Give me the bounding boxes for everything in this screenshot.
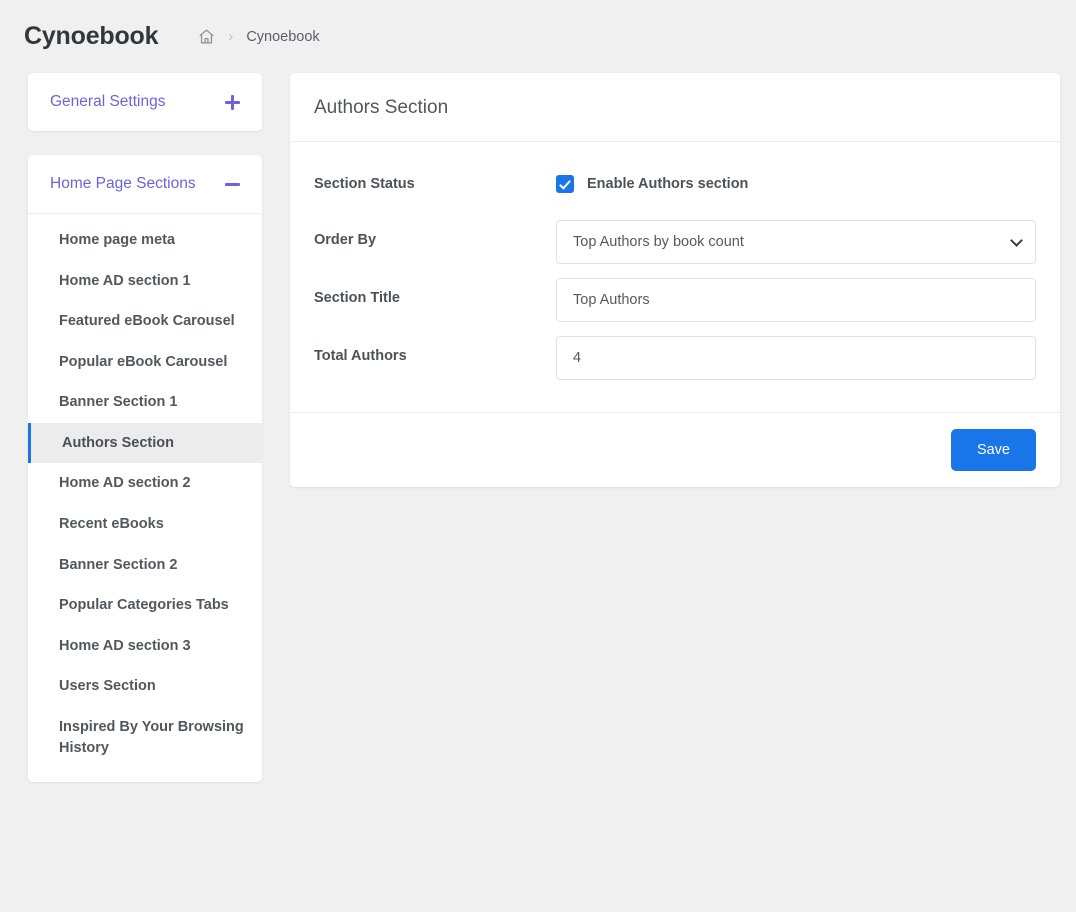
save-button[interactable]: Save bbox=[950, 429, 1036, 471]
sidebar-item-home-ad-section-2[interactable]: Home AD section 2 bbox=[28, 463, 262, 504]
form-row-total-authors: Total Authors bbox=[314, 336, 1036, 380]
chevron-down-icon[interactable] bbox=[1010, 234, 1023, 247]
accordion-header-home-page-sections[interactable]: Home Page Sections bbox=[28, 155, 262, 213]
sidebar-item-popular-ebook-carousel[interactable]: Popular eBook Carousel bbox=[28, 342, 262, 383]
sidebar-item-banner-section-1[interactable]: Banner Section 1 bbox=[28, 382, 262, 423]
control-order-by: Top Authors by book count bbox=[556, 220, 1036, 264]
label-section-title: Section Title bbox=[314, 290, 400, 306]
sidebar-item-home-ad-section-1[interactable]: Home AD section 1 bbox=[28, 261, 262, 302]
control-section-status: Enable Authors section bbox=[556, 175, 1036, 193]
card-body: Section Status Enable Authors section Or… bbox=[290, 142, 1060, 412]
sidebar-item-inspired-by-your-browsing-history[interactable]: Inspired By Your Browsing History bbox=[28, 707, 262, 768]
plus-icon[interactable] bbox=[225, 94, 240, 110]
order-by-selected-value: Top Authors by book count bbox=[573, 234, 744, 250]
label-order-by: Order By bbox=[314, 232, 377, 248]
sidebar: General Settings Home Page Sections Home… bbox=[28, 73, 262, 806]
sidebar-item-users-section[interactable]: Users Section bbox=[28, 666, 262, 707]
card-footer: Save bbox=[290, 412, 1060, 487]
accordion-header-general-settings[interactable]: General Settings bbox=[28, 73, 262, 131]
enable-authors-section-label: Enable Authors section bbox=[587, 176, 749, 192]
sidebar-item-banner-section-2[interactable]: Banner Section 2 bbox=[28, 545, 262, 586]
accordion-body-home-page-sections: Home page meta Home AD section 1 Feature… bbox=[28, 213, 262, 782]
page-title: Authors Section bbox=[314, 97, 449, 118]
accordion-title-home-page-sections: Home Page Sections bbox=[50, 175, 196, 192]
top-bar: Cynoebook › Cynoebook bbox=[0, 0, 1076, 73]
sidebar-item-recent-ebooks[interactable]: Recent eBooks bbox=[28, 504, 262, 545]
card-header: Authors Section bbox=[290, 73, 1060, 142]
total-authors-input[interactable] bbox=[556, 336, 1036, 380]
order-by-select[interactable]: Top Authors by book count bbox=[556, 220, 1036, 264]
label-section-status: Section Status bbox=[314, 176, 415, 192]
brand-title: Cynoebook bbox=[24, 22, 159, 50]
minus-icon[interactable] bbox=[225, 177, 240, 192]
settings-card: Authors Section Section Status Enable Au… bbox=[290, 73, 1060, 487]
section-title-input[interactable] bbox=[556, 278, 1036, 322]
label-total-authors: Total Authors bbox=[314, 348, 407, 364]
sidebar-item-home-ad-section-3[interactable]: Home AD section 3 bbox=[28, 626, 262, 667]
sidebar-item-featured-ebook-carousel[interactable]: Featured eBook Carousel bbox=[28, 301, 262, 342]
home-icon[interactable] bbox=[198, 28, 215, 45]
app-root: Cynoebook › Cynoebook General Settings H… bbox=[0, 0, 1076, 912]
control-total-authors bbox=[556, 336, 1036, 380]
enable-authors-section-checkbox-wrap[interactable]: Enable Authors section bbox=[556, 175, 1036, 193]
sidebar-item-popular-categories-tabs[interactable]: Popular Categories Tabs bbox=[28, 585, 262, 626]
form-row-order-by: Order By Top Authors by book count bbox=[314, 220, 1036, 264]
sidebar-item-authors-section[interactable]: Authors Section bbox=[28, 422, 262, 464]
breadcrumb: › Cynoebook bbox=[198, 28, 320, 45]
breadcrumb-separator-icon: › bbox=[228, 28, 234, 45]
accordion-panel-general-settings: General Settings bbox=[28, 73, 262, 131]
form-row-section-status: Section Status Enable Authors section bbox=[314, 164, 1036, 204]
sidebar-item-home-page-meta[interactable]: Home page meta bbox=[28, 220, 262, 261]
content-area: General Settings Home Page Sections Home… bbox=[0, 73, 1076, 806]
accordion-title-general-settings: General Settings bbox=[50, 93, 166, 110]
enable-authors-section-checkbox[interactable] bbox=[556, 175, 574, 193]
form-row-section-title: Section Title bbox=[314, 278, 1036, 322]
breadcrumb-current: Cynoebook bbox=[246, 28, 320, 45]
control-section-title bbox=[556, 278, 1036, 322]
accordion-panel-home-page-sections: Home Page Sections Home page meta Home A… bbox=[28, 155, 262, 783]
